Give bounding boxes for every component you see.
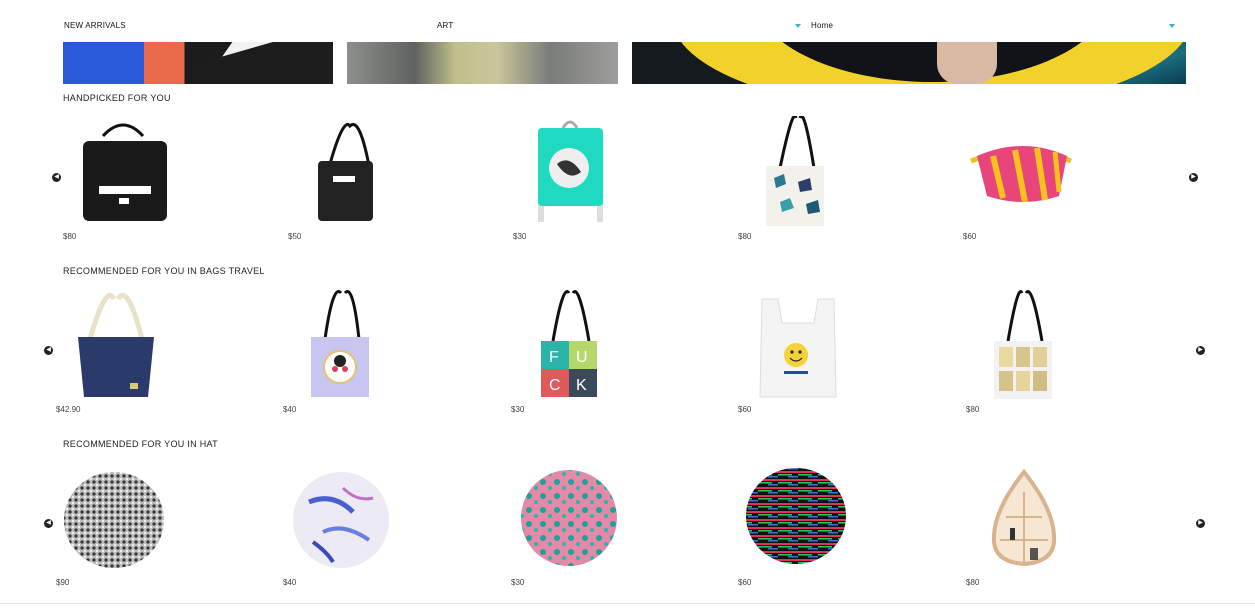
- product-card[interactable]: $60: [963, 116, 1083, 241]
- svg-text:K: K: [576, 377, 587, 394]
- product-image-pink-beanbag[interactable]: [511, 462, 631, 574]
- product-price: $30: [511, 405, 525, 414]
- art-select[interactable]: ART: [437, 21, 453, 30]
- banner-image-bags[interactable]: [63, 42, 333, 84]
- section-title-hat: RECOMMENDED FOR YOU IN HAT: [63, 439, 218, 449]
- carousel-prev-arrow-icon[interactable]: ◀: [44, 519, 53, 528]
- product-price: $80: [966, 405, 980, 414]
- svg-text:C: C: [549, 377, 561, 394]
- carousel-prev-arrow-icon[interactable]: ◀: [52, 173, 61, 182]
- product-price: $80: [738, 232, 752, 241]
- product-price: $90: [56, 578, 70, 587]
- product-card[interactable]: $80: [966, 462, 1086, 587]
- product-card[interactable]: $80: [966, 289, 1086, 414]
- product-price: $40: [283, 578, 297, 587]
- home-select-chevron-down-icon[interactable]: [1169, 24, 1175, 28]
- product-price: $50: [288, 232, 302, 241]
- carousel-next-arrow-icon[interactable]: ▶: [1196, 519, 1205, 528]
- svg-text:U: U: [576, 349, 588, 366]
- product-price: $60: [738, 405, 752, 414]
- product-image-backpack[interactable]: [513, 116, 633, 228]
- product-card[interactable]: $80: [63, 116, 183, 241]
- product-card[interactable]: $40: [283, 289, 403, 414]
- product-image-glitch-beanbag[interactable]: [738, 462, 858, 574]
- product-image-tote[interactable]: [288, 116, 408, 228]
- product-image-duffel[interactable]: [63, 116, 183, 228]
- product-card[interactable]: $90: [56, 462, 176, 587]
- svg-text:F: F: [549, 349, 559, 366]
- product-image-crystal-tote[interactable]: [738, 116, 858, 228]
- product-card[interactable]: F U C K $30: [511, 289, 631, 414]
- product-card[interactable]: $42.90: [56, 289, 176, 414]
- product-image-teardrop-shelf[interactable]: [966, 462, 1086, 574]
- product-price: $40: [283, 405, 297, 414]
- product-image-blue-beanbag[interactable]: [283, 462, 403, 574]
- product-image-bw-beanbag[interactable]: [56, 462, 176, 574]
- footer-divider: [0, 603, 1255, 604]
- product-card[interactable]: $40: [283, 462, 403, 587]
- carousel-prev-arrow-icon[interactable]: ◀: [44, 346, 53, 355]
- banner-image-pillows[interactable]: [347, 42, 618, 84]
- product-card[interactable]: $60: [738, 289, 858, 414]
- product-price: $42.90: [56, 405, 81, 414]
- art-select-chevron-down-icon[interactable]: [795, 24, 801, 28]
- product-price: $60: [963, 232, 977, 241]
- product-card[interactable]: $30: [511, 462, 631, 587]
- product-image-smiley-bag[interactable]: [738, 289, 858, 401]
- carousel-next-arrow-icon[interactable]: ▶: [1189, 173, 1198, 182]
- product-price: $30: [513, 232, 527, 241]
- product-image-navy-tote[interactable]: [56, 289, 176, 401]
- product-price: $80: [63, 232, 77, 241]
- product-card[interactable]: $30: [513, 116, 633, 241]
- home-select[interactable]: Home: [811, 21, 833, 30]
- section-title-handpicked: HANDPICKED FOR YOU: [63, 93, 171, 103]
- product-price: $60: [738, 578, 752, 587]
- product-image-letter-tote[interactable]: F U C K: [511, 289, 631, 401]
- product-image-tarot-tote[interactable]: [966, 289, 1086, 401]
- section-title-bags-travel: RECOMMENDED FOR YOU IN BAGS TRAVEL: [63, 266, 265, 276]
- product-card[interactable]: $60: [738, 462, 858, 587]
- product-card[interactable]: $80: [738, 116, 858, 241]
- banner-image-pool-float[interactable]: [632, 42, 1186, 84]
- nav-new-arrivals[interactable]: NEW ARRIVALS: [64, 21, 126, 30]
- product-price: $30: [511, 578, 525, 587]
- carousel-next-arrow-icon[interactable]: ▶: [1196, 346, 1205, 355]
- product-price: $80: [966, 578, 980, 587]
- product-image-fanny-pack[interactable]: [963, 116, 1083, 228]
- product-image-portrait-tote[interactable]: [283, 289, 403, 401]
- product-card[interactable]: $50: [288, 116, 408, 241]
